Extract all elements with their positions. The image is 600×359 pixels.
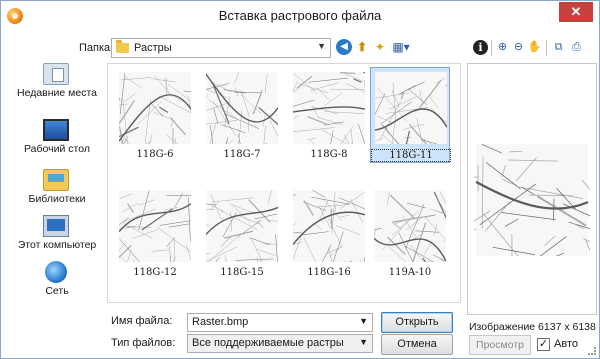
- map-thumbnail: [206, 72, 278, 144]
- new-folder-icon[interactable]: ✦: [372, 39, 388, 55]
- map-thumbnail: [375, 72, 447, 144]
- map-thumbnail: [119, 190, 191, 262]
- filename-value: Raster.bmp: [192, 316, 249, 328]
- file-item[interactable]: 118G-8: [289, 68, 369, 164]
- thumbnail: [375, 72, 447, 144]
- zoom-out-icon[interactable]: ⊖: [511, 40, 526, 55]
- toolbar-divider: [491, 40, 492, 56]
- fit-icon[interactable]: ⧉: [551, 40, 566, 55]
- cancel-button[interactable]: Отмена: [381, 334, 453, 355]
- filetype-label: Тип файлов:: [111, 337, 176, 349]
- network-icon: [45, 261, 67, 283]
- place-computer[interactable]: Этот компьютер: [9, 215, 105, 261]
- chevron-down-icon: ▼: [317, 41, 326, 51]
- insert-raster-dialog: Вставка растрового файла ✕ Папка: Растры…: [0, 0, 600, 359]
- place-label: Рабочий стол: [24, 143, 90, 155]
- info-icon[interactable]: i: [473, 40, 488, 55]
- place-label: Недавние места: [17, 87, 97, 99]
- map-thumbnail: [206, 190, 278, 262]
- file-name: 118G-7: [223, 149, 261, 160]
- preview-image: [474, 144, 590, 256]
- thumbnail: [206, 190, 278, 262]
- back-icon[interactable]: ◀: [336, 39, 352, 55]
- print-preview-icon[interactable]: ⎙: [569, 40, 584, 55]
- map-thumbnail: [293, 190, 365, 262]
- checkmark-icon: ✓: [538, 338, 549, 350]
- file-item-selected[interactable]: 118G-11: [370, 67, 451, 163]
- filename-input[interactable]: Raster.bmp ▼: [187, 313, 373, 332]
- thumbnail: [206, 72, 278, 144]
- open-button[interactable]: Открыть: [381, 312, 453, 333]
- thumbnail: [119, 72, 191, 144]
- title-bar: Вставка растрового файла ✕: [1, 1, 599, 31]
- up-folder-icon[interactable]: ⬆: [354, 39, 370, 55]
- image-size-text: Изображение 6137 x 6138: [469, 321, 596, 333]
- map-thumbnail: [293, 72, 365, 144]
- toolbar-divider: [546, 40, 547, 56]
- file-item[interactable]: 119A-10: [370, 186, 450, 282]
- window-title: Вставка растрового файла: [218, 8, 382, 23]
- file-item[interactable]: 118G-6: [115, 68, 195, 164]
- thumbnail: [119, 190, 191, 262]
- thumbnail: [293, 190, 365, 262]
- file-name: 118G-6: [136, 149, 174, 160]
- file-name: 118G-16: [307, 267, 351, 278]
- recent-places-icon: [43, 63, 69, 85]
- filetype-select[interactable]: Все поддерживаемые растры ▼: [187, 334, 373, 353]
- map-thumbnail: [374, 190, 446, 262]
- desktop-icon: [43, 119, 69, 141]
- preview-toolbar: i ⊕ ⊖ ✋ ⧉ ⎙: [469, 38, 599, 58]
- map-preview: [474, 144, 590, 256]
- close-button[interactable]: ✕: [559, 2, 593, 22]
- place-label: Библиотеки: [28, 193, 86, 205]
- file-list[interactable]: 118G-6 118G-7 118G-8 118G-11 118G-12 118…: [107, 63, 461, 303]
- file-item[interactable]: 118G-7: [202, 68, 282, 164]
- place-libraries[interactable]: Библиотеки: [9, 169, 105, 215]
- place-desktop[interactable]: Рабочий стол: [9, 119, 105, 165]
- computer-icon: [43, 215, 69, 237]
- close-icon: ✕: [570, 4, 582, 19]
- folder-label: Папка:: [79, 42, 114, 54]
- libraries-icon: [43, 169, 69, 191]
- map-thumbnail: [119, 72, 191, 144]
- file-name: 119A-10: [388, 267, 432, 278]
- preview-button[interactable]: Просмотр: [469, 335, 531, 355]
- filetype-value: Все поддерживаемые растры: [192, 337, 344, 349]
- place-label: Этот компьютер: [17, 239, 97, 251]
- hand-pan-icon[interactable]: ✋: [527, 40, 542, 55]
- folder-icon: [116, 40, 129, 53]
- file-name: 118G-15: [220, 267, 264, 278]
- file-name: 118G-8: [310, 149, 348, 160]
- places-bar: Недавние места Рабочий стол Библиотеки Э…: [9, 63, 105, 303]
- file-item[interactable]: 118G-16: [289, 186, 369, 282]
- thumbnail: [293, 72, 365, 144]
- folder-combo[interactable]: Растры ▼: [111, 38, 331, 58]
- file-name: 118G-12: [133, 267, 177, 278]
- place-recent[interactable]: Недавние места: [9, 63, 105, 109]
- preview-pane: [467, 63, 597, 315]
- zoom-in-icon[interactable]: ⊕: [495, 40, 510, 55]
- file-item[interactable]: 118G-12: [115, 186, 195, 282]
- auto-checkbox[interactable]: ✓: [537, 338, 550, 351]
- resize-grip-icon[interactable]: [588, 347, 596, 355]
- file-name: 118G-11: [371, 149, 451, 162]
- place-label: Сеть: [45, 285, 69, 297]
- file-item[interactable]: 118G-15: [202, 186, 282, 282]
- place-network[interactable]: Сеть: [9, 261, 105, 307]
- chevron-down-icon[interactable]: ▼: [359, 316, 368, 326]
- chevron-down-icon: ▼: [359, 337, 368, 347]
- folder-value: Растры: [134, 42, 172, 54]
- auto-label: Авто: [554, 338, 578, 350]
- view-menu-icon[interactable]: ▦▾: [390, 39, 412, 55]
- filename-label: Имя файла:: [111, 315, 173, 327]
- thumbnail: [374, 190, 446, 262]
